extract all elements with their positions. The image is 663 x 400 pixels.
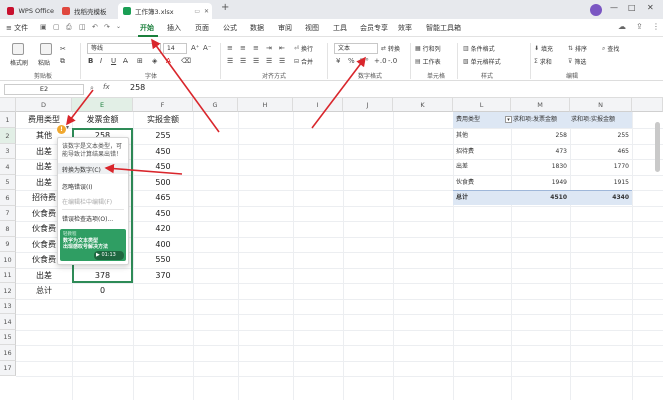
arrow-to-start-tab — [151, 38, 220, 133]
annotation-arrows — [66, 38, 366, 175]
arrow-to-number-format — [311, 56, 366, 129]
arrow-to-warning — [66, 89, 94, 126]
arrow-to-convert — [104, 163, 183, 175]
